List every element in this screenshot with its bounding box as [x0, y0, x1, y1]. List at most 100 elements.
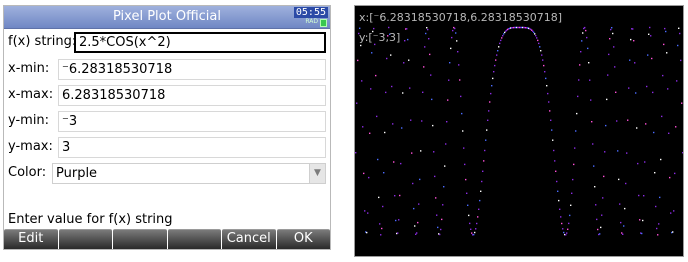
plot-point — [571, 192, 573, 194]
xmax-label: x-max: — [8, 87, 54, 102]
plot-point — [620, 221, 622, 224]
plot-point — [650, 35, 652, 37]
plot-point — [596, 218, 598, 221]
plot-point — [676, 80, 678, 82]
ok-button[interactable]: OK — [276, 229, 330, 249]
plot-point — [586, 36, 588, 39]
plot-point — [455, 32, 457, 34]
plot-screen: x:[⁻6.28318530718,6.28318530718] y:[⁻3,3… — [354, 5, 684, 257]
plot-point — [624, 207, 626, 210]
plot-point — [682, 152, 683, 154]
plot-point — [451, 36, 453, 39]
plot-point — [386, 57, 388, 60]
xmax-input[interactable]: 6.28318530718 — [58, 85, 326, 106]
plot-point — [362, 126, 364, 128]
ymax-label: y-max: — [8, 139, 53, 154]
plot-point — [646, 85, 648, 88]
plot-point — [391, 85, 393, 88]
plot-point — [614, 66, 616, 68]
plot-point — [660, 158, 662, 161]
plot-point — [415, 233, 417, 235]
ymax-input[interactable]: 3 — [58, 137, 326, 158]
plot-point — [496, 54, 498, 56]
plot-point — [433, 151, 435, 153]
soft-menu-bar: Edit Cancel OK — [4, 229, 330, 249]
plot-point — [401, 127, 403, 129]
ymin-input[interactable]: ⁻3 — [58, 111, 326, 132]
plot-point — [625, 182, 627, 185]
plot-point — [582, 32, 584, 34]
plot-point — [442, 204, 444, 206]
plot-point — [385, 91, 387, 94]
plot-point — [443, 186, 445, 188]
plot-point — [540, 50, 542, 52]
plot-point — [403, 62, 405, 64]
plot-point — [600, 226, 602, 229]
plot-point — [597, 228, 599, 231]
plot-point — [468, 214, 470, 217]
plot-point — [399, 194, 401, 197]
plot-point — [414, 225, 416, 227]
plot-point — [541, 54, 543, 56]
help-text: Enter value for f(x) string — [8, 212, 173, 227]
plot-point — [664, 27, 666, 30]
plot-point — [404, 40, 406, 42]
plot-point — [647, 54, 649, 56]
plot-point — [499, 42, 501, 45]
plot-point — [589, 79, 591, 81]
app-title: Pixel Plot Official — [113, 9, 221, 24]
plot-point — [480, 190, 482, 192]
plot-point — [460, 95, 462, 98]
fx-string-input[interactable]: 2.5*COS(x^2) — [74, 32, 326, 53]
dropdown-arrow-icon[interactable]: ▼ — [309, 164, 325, 183]
color-select[interactable]: Purple ▼ — [52, 163, 326, 184]
plot-point — [440, 228, 442, 231]
plot-point — [471, 232, 473, 234]
plot-point — [565, 234, 567, 236]
plot-point — [457, 51, 459, 53]
plot-point — [380, 234, 382, 236]
plot-point — [398, 219, 400, 221]
plot-point — [500, 39, 502, 42]
plot-point — [551, 129, 553, 131]
plot-point — [355, 152, 357, 154]
cancel-button[interactable]: Cancel — [222, 229, 276, 249]
plot-point — [645, 123, 647, 125]
plot-point — [584, 26, 586, 29]
plot-point — [656, 227, 658, 230]
plot-point — [483, 160, 485, 162]
plot-point — [562, 228, 564, 230]
xmin-input[interactable]: ⁻6.28318530718 — [58, 59, 326, 80]
plot-point — [416, 232, 418, 234]
plot-point — [445, 143, 447, 145]
plot-point — [441, 218, 443, 221]
plot-point — [537, 39, 539, 42]
plot-point — [447, 99, 449, 101]
plot-point — [489, 101, 491, 103]
ymax-row: y-max: 3 — [4, 136, 330, 159]
plot-point — [610, 28, 612, 31]
plot-point — [367, 212, 369, 214]
soft-key-4[interactable] — [167, 229, 221, 249]
edit-button[interactable]: Edit — [4, 229, 58, 249]
plot-point — [495, 59, 497, 61]
xmin-label: x-min: — [8, 61, 50, 76]
plot-point — [581, 40, 583, 42]
plot-point — [381, 227, 383, 230]
plot-point — [634, 62, 636, 64]
plot-point — [608, 53, 610, 56]
plot-point — [558, 199, 560, 202]
plot-point — [655, 205, 657, 208]
plot-point — [569, 214, 571, 217]
plot-point — [602, 197, 604, 199]
plot-point — [675, 126, 677, 128]
fx-row: f(x) string: 2.5*COS(x^2) — [4, 31, 330, 54]
plot-point — [421, 120, 423, 122]
plot-point — [622, 233, 624, 235]
plot-point — [606, 98, 608, 101]
soft-key-3[interactable] — [113, 229, 167, 249]
plot-point — [563, 231, 565, 234]
plot-point — [392, 123, 394, 125]
plot-point — [548, 101, 550, 103]
soft-key-2[interactable] — [58, 229, 112, 249]
